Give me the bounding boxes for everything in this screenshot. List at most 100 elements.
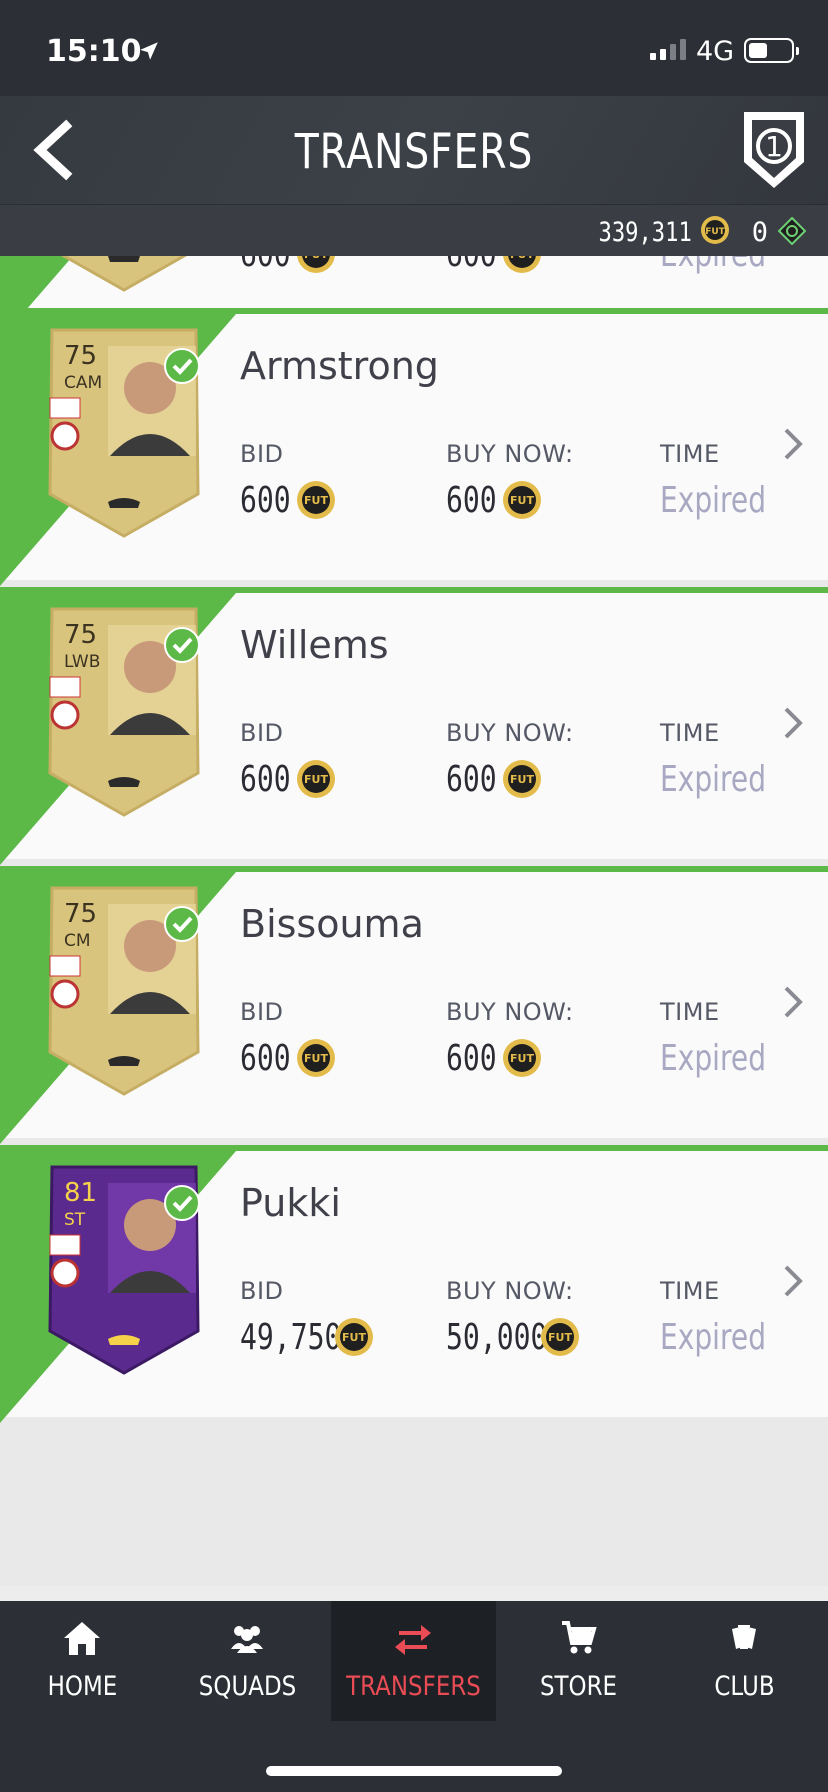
svg-text:CM: CM (64, 931, 91, 951)
bid-label: BID (240, 1277, 284, 1305)
buy-now-label: BUY NOW: (446, 998, 574, 1026)
buy-now-value: 50,000 (446, 1317, 548, 1358)
tab-squads-label: SQUADS (198, 1671, 297, 1702)
player-name: Willems (240, 623, 389, 667)
fut-coin-icon: FUT (701, 216, 729, 244)
svg-text:75: 75 (64, 899, 97, 929)
battery-icon (744, 38, 799, 63)
svg-text:1: 1 (765, 130, 783, 163)
time-label: TIME (660, 719, 720, 747)
player-name: Bissouma (240, 902, 424, 946)
player-card[interactable]: 75 CM (38, 256, 210, 294)
buy-now-value: 600 (446, 759, 497, 800)
player-name: Armstrong (240, 344, 439, 388)
chevron-right-icon[interactable] (780, 424, 806, 464)
location-arrow-icon (140, 42, 158, 60)
club-icon (732, 1625, 756, 1649)
svg-text:FUT: FUT (510, 773, 534, 786)
bid-label: BID (240, 719, 284, 747)
fut-coin-icon: FUT (503, 760, 541, 798)
fut-coin-icon: FUT (503, 256, 541, 273)
fut-coin-icon: FUT (503, 1039, 541, 1077)
chevron-right-icon[interactable] (780, 703, 806, 743)
tab-store-label: STORE (539, 1671, 618, 1702)
home-icon (64, 1622, 100, 1655)
svg-text:LWB: LWB (64, 652, 100, 672)
svg-text:ST: ST (64, 1210, 86, 1230)
home-indicator (266, 1766, 562, 1776)
tab-home[interactable]: HOME (0, 1601, 165, 1721)
svg-text:FUT: FUT (705, 227, 725, 237)
transfer-row[interactable]: 81 ST Pukki BID BUY NOW: TIME 49,750 50,… (0, 1145, 828, 1423)
time-remaining: Expired (660, 759, 767, 800)
squads-icon (231, 1626, 263, 1653)
transfers-icon (395, 1625, 431, 1655)
fut-coin-icon: FUT (297, 481, 335, 519)
cart-icon (562, 1621, 597, 1654)
fut-coin-icon: FUT (335, 1318, 373, 1356)
bid-value: 600 (240, 1038, 291, 1079)
buy-now-label: BUY NOW: (446, 719, 574, 747)
tab-squads[interactable]: SQUADS (165, 1601, 330, 1721)
currency-bar: 339,311 FUT 0 (0, 204, 828, 256)
tab-home-label: HOME (47, 1671, 118, 1702)
fut-coin-icon: FUT (297, 1039, 335, 1077)
tab-store[interactable]: STORE (496, 1601, 661, 1721)
fut-coin-icon: FUT (541, 1318, 579, 1356)
bid-label: BID (240, 440, 284, 468)
bid-label: BID (240, 998, 284, 1026)
page-title: TRANSFERS (294, 124, 534, 180)
svg-text:FUT: FUT (304, 494, 328, 507)
buy-now-label: BUY NOW: (446, 1277, 574, 1305)
svg-text:75: 75 (64, 620, 97, 650)
coin-balance: 339,311 (598, 217, 692, 248)
fut-coin-icon: FUT (503, 481, 541, 519)
buy-now-label: BUY NOW: (446, 440, 574, 468)
bid-value: 600 (240, 480, 291, 521)
bid-value: 49,750 (240, 1317, 342, 1358)
check-badge-icon (164, 1185, 200, 1221)
fifa-points-icon (778, 217, 806, 245)
svg-text:CAM: CAM (64, 373, 102, 393)
bottom-tab-bar: HOME SQUADS TRANSFERS STORE CLUB (0, 1601, 828, 1792)
objectives-shield-icon[interactable]: 1 (738, 106, 810, 194)
fut-coin-icon: FUT (297, 256, 335, 273)
time-remaining: Expired (660, 480, 767, 521)
status-time: 15:10 (46, 34, 142, 69)
bid-value: 600 (240, 759, 291, 800)
check-badge-icon (164, 348, 200, 384)
check-badge-icon (164, 906, 200, 942)
svg-text:FUT: FUT (510, 1052, 534, 1065)
svg-text:FUT: FUT (304, 256, 328, 261)
time-label: TIME (660, 440, 720, 468)
svg-text:81: 81 (64, 1178, 97, 1208)
player-name: Pukki (240, 1181, 341, 1225)
network-type: 4G (696, 36, 735, 67)
chevron-right-icon[interactable] (780, 1261, 806, 1301)
tab-club[interactable]: CLUB (662, 1601, 827, 1721)
top-nav-header: TRANSFERS 1 (0, 96, 828, 204)
transfer-list[interactable]: 75 CM Norwood BID BUY NOW: TIME 600 600 … (0, 256, 828, 1601)
chevron-right-icon[interactable] (780, 982, 806, 1022)
time-remaining: Expired (660, 1038, 767, 1079)
time-remaining: Expired (660, 1317, 767, 1358)
svg-text:FUT: FUT (342, 1331, 366, 1344)
fut-coin-icon: FUT (297, 760, 335, 798)
svg-text:FUT: FUT (304, 1052, 328, 1065)
svg-text:75: 75 (64, 341, 97, 371)
time-label: TIME (660, 998, 720, 1026)
transfer-row[interactable]: 75 CAM Armstrong BID BUY NOW: TIME 600 6… (0, 308, 828, 586)
status-bar: 15:10 4G (0, 0, 828, 96)
transfer-row[interactable]: 75 LWB Willems BID BUY NOW: TIME 600 600… (0, 587, 828, 865)
check-badge-icon (164, 627, 200, 663)
svg-text:FUT: FUT (510, 494, 534, 507)
tab-transfers[interactable]: TRANSFERS (331, 1601, 496, 1721)
signal-icon (650, 38, 686, 60)
tab-club-label: CLUB (714, 1671, 775, 1702)
bid-value: 600 (240, 256, 291, 275)
buy-now-value: 600 (446, 256, 497, 275)
svg-text:FUT: FUT (304, 773, 328, 786)
time-label: TIME (660, 1277, 720, 1305)
next-row-preview (0, 1586, 828, 1601)
transfer-row[interactable]: 75 CM Bissouma BID BUY NOW: TIME 600 600… (0, 866, 828, 1144)
